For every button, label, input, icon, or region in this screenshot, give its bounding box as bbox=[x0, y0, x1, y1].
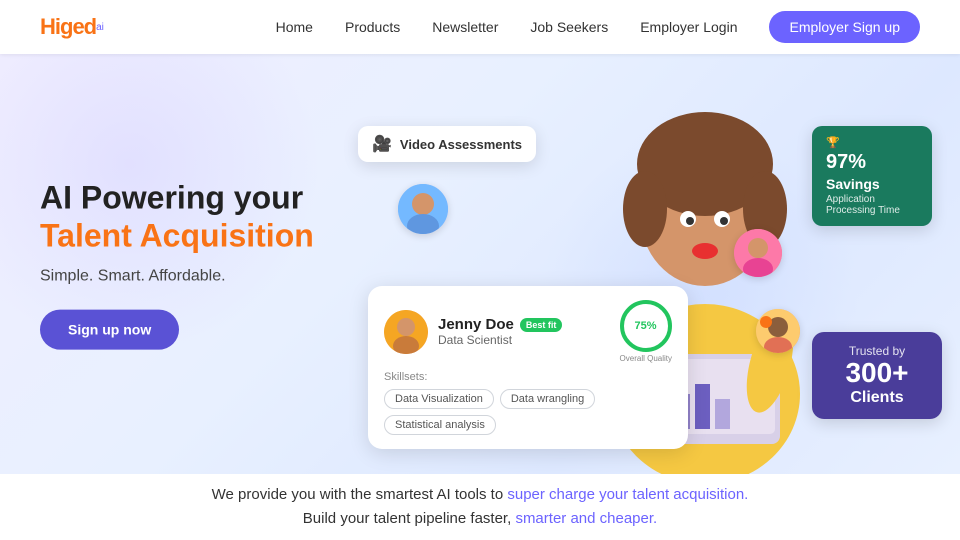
employer-login-button[interactable]: Employer Login bbox=[640, 19, 737, 35]
hero-section: AI Powering your Talent Acquisition Simp… bbox=[0, 54, 960, 474]
jenny-avatar bbox=[384, 310, 428, 354]
savings-sublabel: Application Processing Time bbox=[826, 194, 918, 216]
jenny-header: Jenny Doe Best fit Data Scientist 75% Ov… bbox=[384, 300, 672, 363]
skill-tag-1: Data wrangling bbox=[500, 389, 595, 409]
savings-card: 🏆 97% Savings Application Processing Tim… bbox=[812, 126, 932, 226]
nav-job-seekers[interactable]: Job Seekers bbox=[530, 19, 608, 35]
savings-percent: 97% bbox=[826, 151, 918, 174]
bottom-line1-accent: super charge your talent acquisition. bbox=[507, 486, 748, 503]
bottom-line1-prefix: We provide you with the smartest AI tool… bbox=[212, 486, 508, 503]
employer-signup-button[interactable]: Employer Sign up bbox=[769, 11, 920, 43]
hero-title-highlight: Talent Acquisition bbox=[40, 218, 314, 254]
jenny-quality-circle: 75% bbox=[620, 300, 672, 352]
savings-label: Savings bbox=[826, 176, 918, 192]
nav-links: Home Products Newsletter Job Seekers Emp… bbox=[276, 11, 920, 43]
video-assessments-label: Video Assessments bbox=[400, 137, 522, 152]
savings-trophy: 🏆 bbox=[826, 136, 918, 149]
status-dot bbox=[760, 316, 772, 328]
jenny-info: Jenny Doe Best fit Data Scientist bbox=[438, 316, 610, 347]
brand-superscript: ai bbox=[96, 22, 104, 33]
bottom-line2-accent: smarter and cheaper. bbox=[515, 510, 657, 527]
jenny-title: Data Scientist bbox=[438, 333, 610, 347]
jenny-skills-label: Skillsets: bbox=[384, 371, 672, 383]
jenny-quality-label: Overall Quality bbox=[620, 354, 672, 363]
nav-home[interactable]: Home bbox=[276, 19, 313, 35]
bottom-text: We provide you with the smartest AI tool… bbox=[212, 483, 749, 531]
jenny-skills: Data Visualization Data wrangling Statis… bbox=[384, 389, 672, 435]
jenny-card: Jenny Doe Best fit Data Scientist 75% Ov… bbox=[368, 286, 688, 449]
video-icon: 🎥 bbox=[372, 134, 392, 154]
trusted-clients: Clients bbox=[830, 389, 924, 407]
cta-button[interactable]: Sign up now bbox=[40, 309, 179, 349]
brand-name: Higed bbox=[40, 14, 96, 40]
hero-title-plain: AI Powering your bbox=[40, 180, 303, 216]
navbar: Higedai Home Products Newsletter Job See… bbox=[0, 0, 960, 54]
bottom-line2-prefix: Build your talent pipeline faster, bbox=[303, 510, 516, 527]
nav-newsletter[interactable]: Newsletter bbox=[432, 19, 498, 35]
avatar-1 bbox=[398, 184, 448, 234]
trusted-card: Trusted by 300+ Clients bbox=[812, 332, 942, 419]
avatar-2 bbox=[734, 229, 782, 277]
hero-right: 🎥 Video Assessments bbox=[340, 54, 960, 474]
video-assessments-card: 🎥 Video Assessments bbox=[358, 126, 536, 162]
hero-subtitle: Simple. Smart. Affordable. bbox=[40, 267, 380, 285]
jenny-name: Jenny Doe Best fit bbox=[438, 316, 610, 333]
jenny-badge: Best fit bbox=[520, 318, 563, 332]
nav-products[interactable]: Products bbox=[345, 19, 400, 35]
skill-tag-0: Data Visualization bbox=[384, 389, 494, 409]
logo: Higedai bbox=[40, 14, 104, 40]
bottom-section: We provide you with the smartest AI tool… bbox=[0, 474, 960, 540]
skill-tag-2: Statistical analysis bbox=[384, 415, 496, 435]
hero-title: AI Powering your Talent Acquisition bbox=[40, 179, 380, 256]
hero-left: AI Powering your Talent Acquisition Simp… bbox=[40, 179, 380, 350]
trusted-label: Trusted by bbox=[830, 344, 924, 358]
trusted-number: 300+ bbox=[830, 358, 924, 389]
